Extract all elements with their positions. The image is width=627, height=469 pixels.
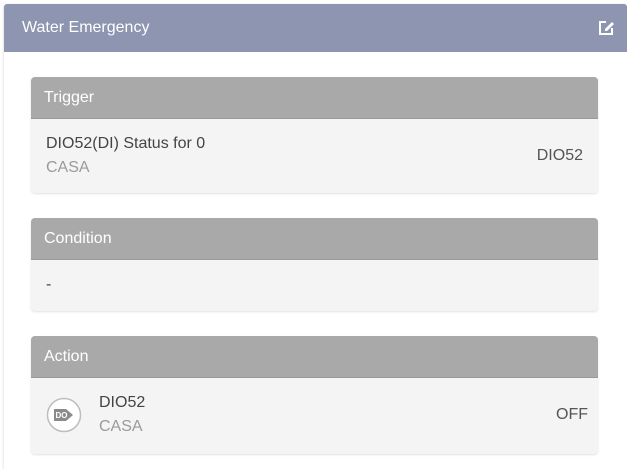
action-location: CASA xyxy=(99,418,143,435)
action-device: DIO52 xyxy=(99,394,146,411)
trigger-device: DIO52 xyxy=(536,147,583,164)
trigger-title: DIO52(DI) Status for 0 xyxy=(46,135,206,152)
action-panel: Action DO DIO52 CASA OFF xyxy=(31,336,598,454)
edit-icon[interactable] xyxy=(597,19,615,37)
condition-item[interactable]: - xyxy=(31,260,598,311)
action-state: OFF xyxy=(556,406,588,423)
condition-panel: Condition - xyxy=(31,218,598,311)
trigger-panel: Trigger DIO52(DI) Status for 0 CASA DIO5… xyxy=(31,77,598,193)
card-header: Water Emergency xyxy=(4,4,627,52)
svg-text:DO: DO xyxy=(56,411,68,420)
action-item[interactable]: DO DIO52 CASA OFF xyxy=(31,378,598,454)
condition-header: Condition xyxy=(31,218,598,260)
trigger-location: CASA xyxy=(46,159,90,176)
trigger-item[interactable]: DIO52(DI) Status for 0 CASA DIO52 xyxy=(31,119,598,193)
trigger-header: Trigger xyxy=(31,77,598,119)
do-output-icon: DO xyxy=(46,397,82,433)
scene-title: Water Emergency xyxy=(22,19,150,36)
condition-value: - xyxy=(46,276,52,293)
action-header: Action xyxy=(31,336,598,378)
scene-card: Water Emergency Trigger DIO52(DI) Status… xyxy=(4,4,627,469)
